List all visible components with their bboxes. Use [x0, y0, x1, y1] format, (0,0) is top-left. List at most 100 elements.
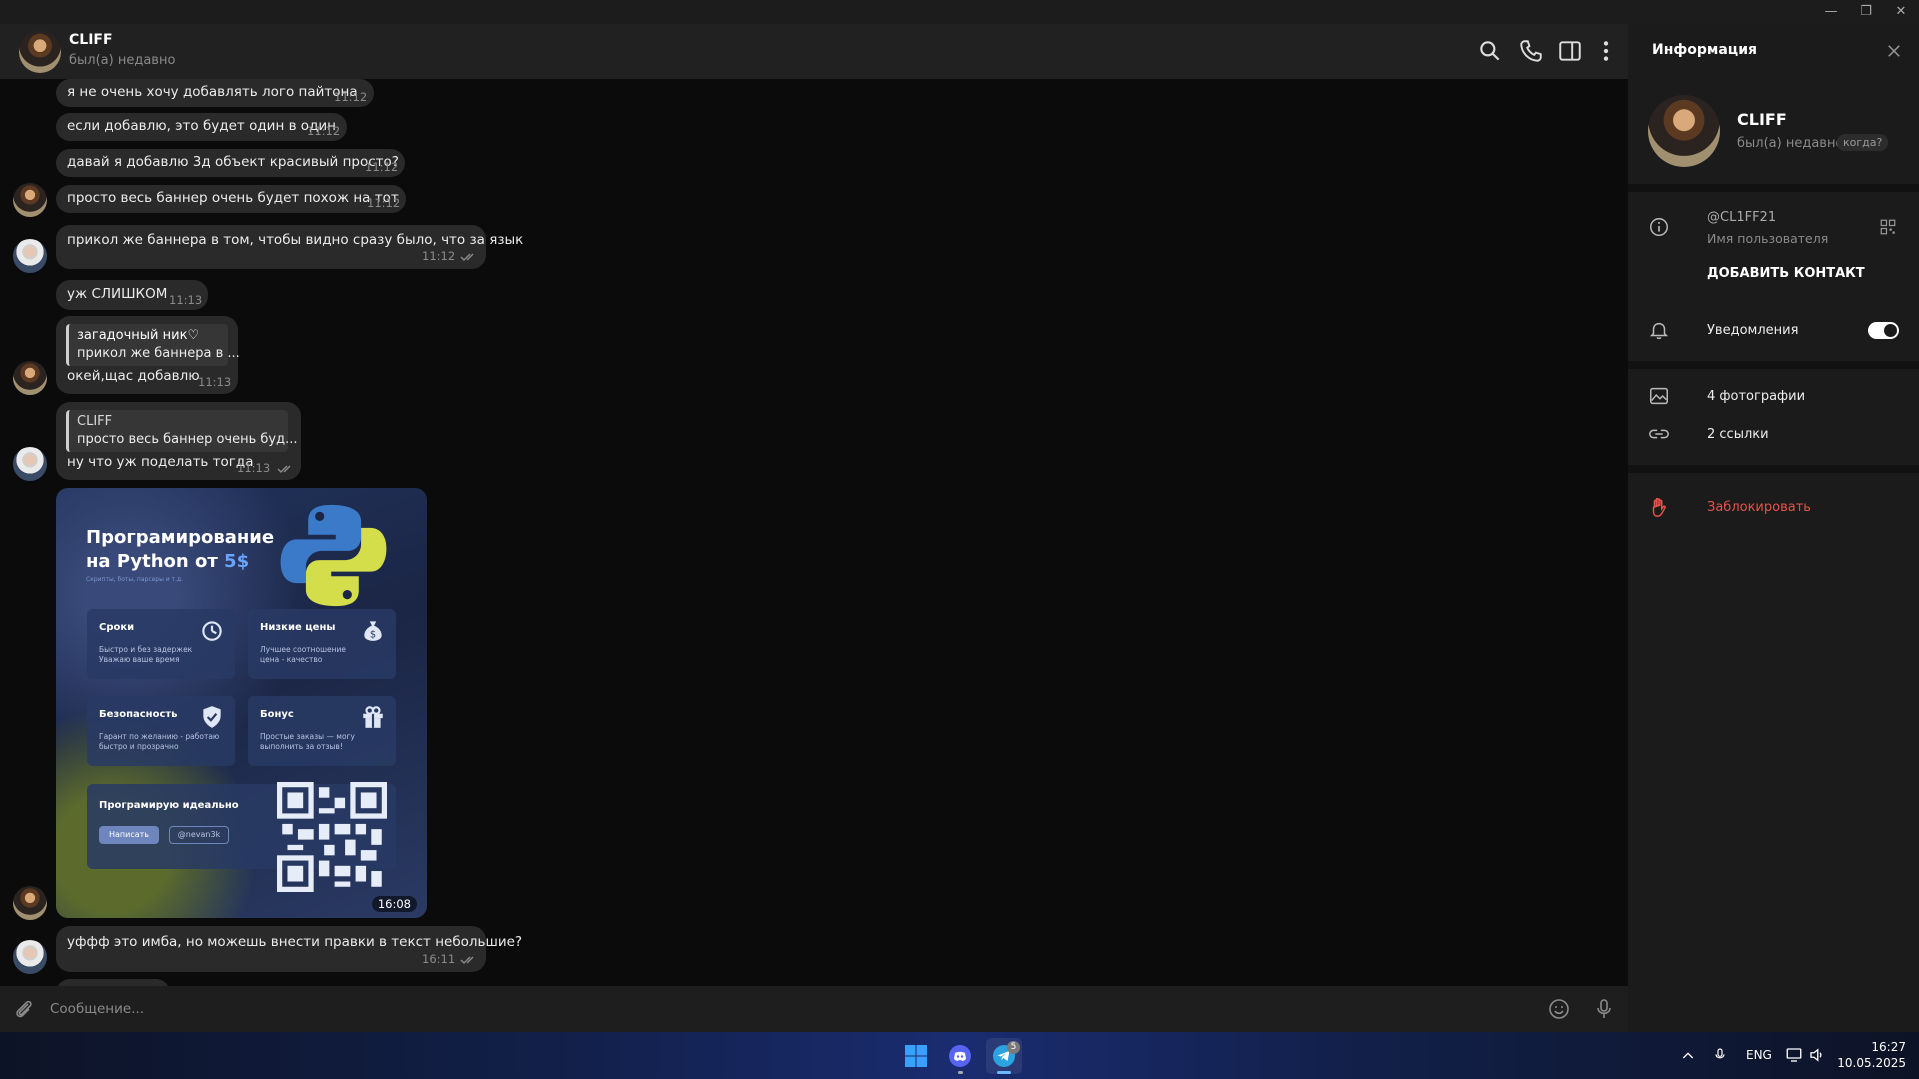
- reply-quote[interactable]: CLIFF просто весь баннер очень буд...: [66, 410, 298, 452]
- sender-avatar[interactable]: [13, 239, 47, 273]
- message-text: прикол же баннера в том, чтобы видно сра…: [67, 232, 524, 248]
- message-bubble[interactable]: уж СЛИШКОМ 11:13: [56, 280, 208, 310]
- emoji-icon[interactable]: [1547, 997, 1571, 1021]
- chat-header: CLIFF был(а) недавно: [0, 24, 1628, 79]
- message-list[interactable]: я не очень хочу добавлять лого пайтона 1…: [0, 79, 1628, 986]
- promo-title: Програмирую идеально: [99, 800, 239, 811]
- message-bubble[interactable]: уффф это имба, но можешь внести правки в…: [56, 926, 522, 972]
- search-icon[interactable]: [1477, 38, 1503, 64]
- message-bubble[interactable]: [56, 979, 170, 986]
- message-time: 16:08: [371, 896, 417, 912]
- message-text: если добавлю, это будет один в один: [67, 118, 337, 134]
- block-hand-icon: [1652, 497, 1666, 517]
- python-logo-icon: [280, 504, 387, 607]
- sender-avatar[interactable]: [13, 361, 47, 395]
- read-checkmarks-icon: [460, 956, 474, 964]
- message-time: 16:11: [422, 952, 456, 966]
- sender-avatar[interactable]: [13, 447, 47, 481]
- phone-icon[interactable]: [1518, 38, 1544, 64]
- sender-avatar[interactable]: [13, 886, 47, 920]
- message-time: 11:13: [169, 293, 203, 307]
- paperclip-icon[interactable]: [12, 998, 36, 1022]
- reply-text: просто весь баннер очень буд...: [77, 432, 298, 447]
- telegram-app-button[interactable]: 5: [986, 1038, 1022, 1074]
- more-vertical-icon[interactable]: [1593, 38, 1619, 64]
- close-window-button[interactable]: ✕: [1886, 2, 1916, 22]
- message-bubble[interactable]: прикол же баннера в том, чтобы видно сра…: [56, 225, 523, 269]
- clock-date[interactable]: 10.05.2025: [1836, 1056, 1906, 1070]
- message-time: 11:12: [307, 124, 341, 138]
- message-text: давай я добавлю 3д объект красивый прост…: [67, 154, 399, 170]
- message-time: 11:12: [365, 160, 399, 174]
- photo-icon: [1650, 387, 1668, 405]
- banner-card: Низкие цены Лучшее соотношение цена - ка…: [248, 609, 396, 679]
- info-panel-title: Информация: [1652, 42, 1757, 58]
- chat-status: был(а) недавно: [69, 53, 176, 68]
- unread-badge: 5: [1007, 1041, 1020, 1054]
- message-bubble[interactable]: просто весь баннер очень будет похож на …: [56, 185, 406, 213]
- message-time: 11:13: [237, 461, 271, 475]
- banner-subtitle: Скрипты, боты, парсеры и т.д.: [86, 576, 184, 583]
- message-bubble[interactable]: давай я добавлю 3д объект красивый прост…: [56, 149, 405, 177]
- volume-icon[interactable]: [1808, 1046, 1826, 1064]
- sender-avatar[interactable]: [13, 940, 47, 974]
- microphone-icon[interactable]: [1592, 997, 1616, 1021]
- restore-button[interactable]: ❐: [1851, 2, 1881, 22]
- alarm-clock-icon: [202, 621, 222, 641]
- banner-image[interactable]: Програмирование на Python от 5$ Скрипты,…: [56, 488, 427, 918]
- message-bubble[interactable]: загадочный ник♡ прикол же баннера в ... …: [56, 316, 240, 394]
- network-icon[interactable]: [1785, 1046, 1803, 1064]
- message-bubble[interactable]: CLIFF просто весь баннер очень буд... ну…: [56, 402, 301, 480]
- discord-icon: [949, 1045, 971, 1067]
- notifications-label: Уведомления: [1707, 323, 1799, 338]
- read-checkmarks-icon: [277, 465, 291, 473]
- username[interactable]: @CL1FF21: [1707, 210, 1776, 225]
- qr-code-icon[interactable]: [1879, 218, 1897, 236]
- notifications-toggle[interactable]: [1868, 322, 1899, 339]
- reply-text: прикол же баннера в ...: [77, 346, 240, 361]
- message-text: окей,щас добавлю: [67, 368, 200, 384]
- message-text: уж СЛИШКОМ: [67, 286, 168, 302]
- svg-text:$: $: [370, 630, 376, 641]
- gift-icon: [363, 706, 383, 728]
- message-time: 11:12: [334, 90, 368, 104]
- banner-title: Програмирование на Python от 5$: [86, 527, 275, 572]
- qr-code-icon: [277, 782, 387, 892]
- message-text: просто весь баннер очень будет похож на …: [67, 190, 399, 206]
- info-icon: [1650, 218, 1668, 236]
- info-panel: Информация CLIFF был(а) недавно когда? @…: [1628, 24, 1919, 1032]
- shared-photos-link[interactable]: 4 фотографии: [1707, 389, 1805, 404]
- money-bag-icon: $: [364, 621, 382, 641]
- window-titlebar: — ❐ ✕: [0, 0, 1919, 24]
- profile-status: был(а) недавно: [1737, 136, 1844, 151]
- input-language[interactable]: ENG: [1746, 1048, 1772, 1062]
- banner-card: Безопасность Гарант по желанию - работаю…: [87, 696, 235, 766]
- message-composer: [0, 986, 1628, 1032]
- profile-avatar[interactable]: [1648, 95, 1720, 167]
- message-bubble[interactable]: я не очень хочу добавлять лого пайтона 1…: [56, 79, 374, 107]
- chat-title[interactable]: CLIFF: [69, 32, 113, 48]
- discord-app-button[interactable]: [942, 1038, 978, 1074]
- chevron-up-icon[interactable]: [1680, 1048, 1696, 1064]
- sender-avatar[interactable]: [13, 183, 47, 217]
- clock-time[interactable]: 16:27: [1856, 1040, 1906, 1054]
- last-seen-when-badge[interactable]: когда?: [1837, 134, 1889, 151]
- microphone-icon[interactable]: [1712, 1046, 1728, 1064]
- reply-quote[interactable]: загадочный ник♡ прикол же баннера в ...: [66, 324, 240, 366]
- taskbar: 5 ENG 16:27 10.05.2025: [0, 1032, 1919, 1079]
- username-label: Имя пользователя: [1707, 231, 1829, 246]
- message-input[interactable]: [50, 996, 1530, 1022]
- shared-links-link[interactable]: 2 ссылки: [1707, 427, 1769, 442]
- windows-start-icon[interactable]: [898, 1038, 934, 1074]
- shield-check-icon: [203, 706, 221, 728]
- close-icon[interactable]: [1885, 42, 1903, 60]
- sidebar-toggle-icon[interactable]: [1557, 38, 1583, 64]
- block-user-button[interactable]: Заблокировать: [1707, 500, 1811, 515]
- chat-avatar[interactable]: [19, 31, 61, 73]
- add-contact-button[interactable]: ДОБАВИТЬ КОНТАКТ: [1707, 266, 1865, 281]
- message-bubble[interactable]: если добавлю, это будет один в один 11:1…: [56, 113, 347, 141]
- minimize-button[interactable]: —: [1816, 2, 1846, 22]
- reply-author: CLIFF: [77, 414, 113, 429]
- profile-name: CLIFF: [1737, 110, 1787, 129]
- message-text: я не очень хочу добавлять лого пайтона: [67, 84, 358, 100]
